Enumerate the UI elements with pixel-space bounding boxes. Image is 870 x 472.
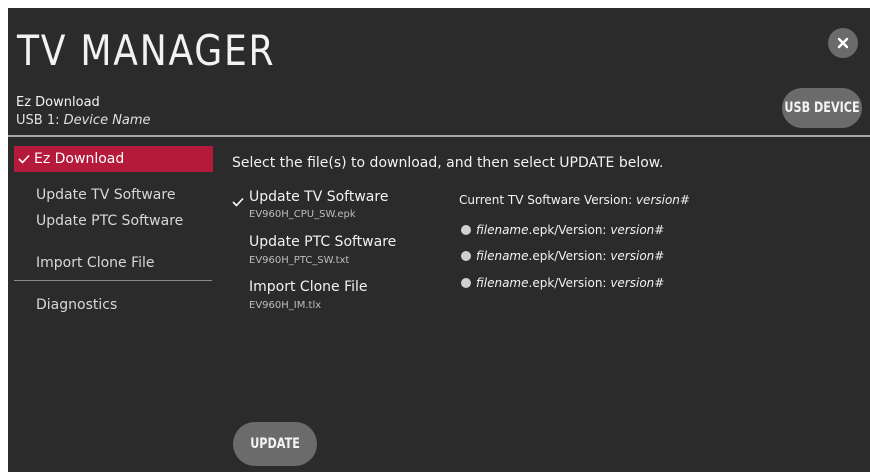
menu-item-update-tv-software[interactable]: Update TV Software bbox=[36, 188, 175, 202]
menu-item-update-ptc-software[interactable]: Update PTC Software bbox=[36, 214, 183, 228]
menu-item-label: Ez Download bbox=[34, 151, 125, 167]
close-button[interactable] bbox=[828, 28, 858, 58]
check-icon bbox=[232, 192, 244, 211]
current-version-value: version# bbox=[635, 193, 690, 207]
menu-item-diagnostics[interactable]: Diagnostics bbox=[36, 298, 117, 312]
file-option-ptc-software[interactable]: Update PTC Software bbox=[249, 235, 396, 249]
header-divider bbox=[8, 135, 870, 137]
version-option[interactable]: filename .epk/Version: version# bbox=[461, 277, 664, 289]
radio-icon bbox=[461, 251, 471, 261]
current-version-label: Current TV Software Version: version# bbox=[459, 194, 690, 206]
usb-device-button[interactable]: USB DEVICE bbox=[782, 88, 862, 128]
close-icon bbox=[837, 37, 849, 49]
option-version: version# bbox=[610, 249, 665, 263]
tv-manager-screen: TV MANAGER Ez Download USB 1: Device Nam… bbox=[8, 8, 870, 472]
file-option-tv-software[interactable]: Update TV Software bbox=[249, 190, 388, 204]
file-option-clone-file[interactable]: Import Clone File bbox=[249, 280, 368, 294]
option-version: version# bbox=[610, 223, 665, 237]
option-ext: .epk/Version: bbox=[528, 276, 607, 290]
radio-icon bbox=[461, 278, 471, 288]
version-option[interactable]: filename .epk/Version: version# bbox=[461, 250, 664, 262]
file-name-ptc-software: EV960H_PTC_SW.txt bbox=[249, 255, 350, 266]
device-name: Device Name bbox=[63, 113, 151, 128]
source-device: USB 1: Device Name bbox=[16, 114, 151, 127]
file-name-tv-software: EV960H_CPU_SW.epk bbox=[249, 209, 356, 220]
option-version: version# bbox=[610, 276, 665, 290]
instruction-text: Select the file(s) to download, and then… bbox=[232, 155, 664, 171]
option-filename: filename bbox=[476, 223, 529, 237]
usb-device-label: USB DEVICE bbox=[784, 100, 860, 116]
current-version-text: Current TV Software Version: bbox=[459, 193, 633, 207]
update-button[interactable]: UPDATE bbox=[233, 422, 317, 466]
option-filename: filename bbox=[476, 249, 529, 263]
app-title: TV MANAGER bbox=[17, 26, 276, 75]
file-name-clone-file: EV960H_IM.tlx bbox=[249, 300, 322, 311]
check-icon bbox=[18, 154, 30, 164]
update-label: UPDATE bbox=[250, 436, 300, 452]
device-prefix: USB 1: bbox=[16, 113, 60, 128]
option-filename: filename bbox=[476, 276, 529, 290]
menu-divider bbox=[14, 280, 212, 281]
option-ext: .epk/Version: bbox=[528, 249, 607, 263]
menu-item-import-clone-file[interactable]: Import Clone File bbox=[36, 256, 155, 270]
radio-icon bbox=[461, 225, 471, 235]
source-label: Ez Download bbox=[16, 95, 100, 110]
menu-item-ez-download[interactable]: Ez Download bbox=[14, 146, 213, 172]
version-option[interactable]: filename .epk/Version: version# bbox=[461, 224, 664, 236]
option-ext: .epk/Version: bbox=[528, 223, 607, 237]
